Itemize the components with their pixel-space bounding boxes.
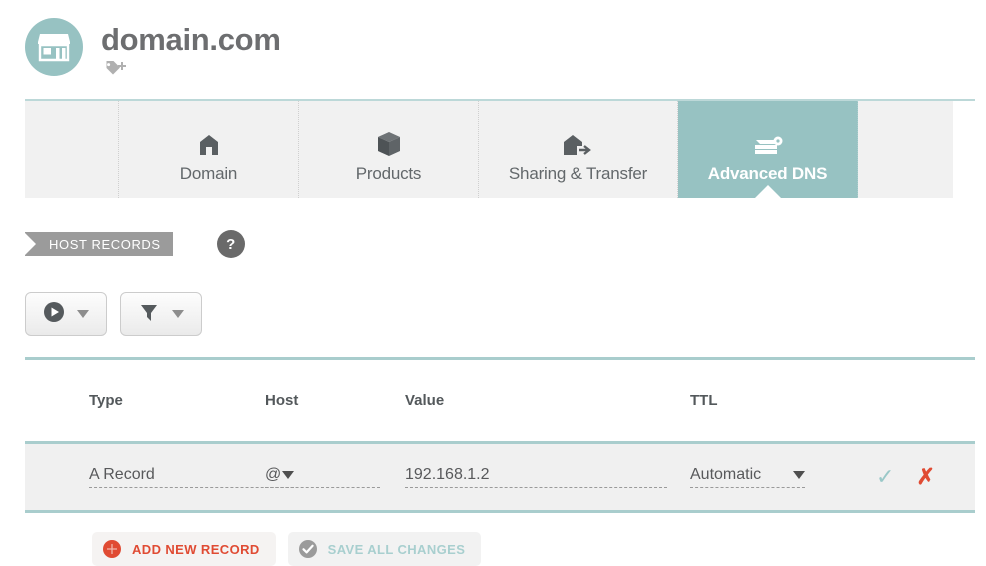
- table-header-row: Type Host Value TTL: [25, 357, 975, 441]
- chevron-down-icon: [793, 471, 805, 479]
- save-all-changes-button[interactable]: SAVE ALL CHANGES: [287, 532, 482, 566]
- house-arrow-icon: [562, 127, 594, 157]
- plus-circle-icon: [102, 539, 122, 559]
- chevron-down-icon: [77, 310, 89, 318]
- add-tag-icon[interactable]: [103, 59, 281, 82]
- tab-advanced-dns[interactable]: Advanced DNS: [678, 101, 858, 198]
- tab-sharing-transfer-label: Sharing & Transfer: [508, 164, 648, 183]
- tab-sharing-transfer[interactable]: Sharing & Transfer: [479, 101, 678, 198]
- record-type-select[interactable]: A Record: [89, 466, 294, 488]
- record-type-value: A Record: [89, 466, 155, 483]
- box-icon: [377, 127, 401, 157]
- column-header-value: Value: [405, 391, 445, 409]
- record-value-input[interactable]: 192.168.1.2: [405, 466, 667, 488]
- records-toolbar: [25, 292, 202, 336]
- help-glyph: ?: [226, 235, 236, 253]
- filter-dropdown[interactable]: [120, 292, 202, 336]
- record-actions-dropdown[interactable]: [25, 292, 107, 336]
- host-records-table: Type Host Value TTL A Record @ 192.168.1…: [25, 357, 975, 513]
- tab-products[interactable]: Products: [299, 101, 479, 198]
- host-records-label: HOST RECORDS: [49, 236, 161, 252]
- tab-spacer-left: [25, 101, 119, 198]
- section-header: HOST RECORDS ?: [24, 230, 245, 258]
- main-tabs: Domain Products Sharing & Transfer Advan…: [25, 99, 975, 198]
- record-value-value: 192.168.1.2: [405, 466, 490, 483]
- server-gear-icon: [752, 127, 784, 157]
- play-circle-icon: [43, 301, 65, 328]
- check-icon[interactable]: ✓: [876, 466, 894, 488]
- active-tab-notch: [754, 185, 781, 198]
- check-circle-icon: [298, 539, 318, 559]
- close-x-icon[interactable]: ✗: [916, 466, 934, 488]
- domain-header: domain.com: [25, 18, 281, 82]
- storefront-icon: [25, 18, 83, 76]
- tab-advanced-dns-label: Advanced DNS: [707, 164, 828, 183]
- help-icon[interactable]: ?: [216, 230, 245, 258]
- table-row: A Record @ 192.168.1.2 Automatic ✓ ✗: [25, 441, 975, 513]
- house-icon: [197, 127, 221, 157]
- table-footer-actions: ADD NEW RECORD SAVE ALL CHANGES: [92, 532, 482, 566]
- tab-domain-label: Domain: [179, 164, 238, 183]
- add-new-record-button[interactable]: ADD NEW RECORD: [92, 532, 276, 566]
- advanced-dns-page: domain.com Domain Products Sharing & Tra…: [0, 0, 986, 566]
- record-ttl-select[interactable]: Automatic: [690, 466, 805, 488]
- funnel-icon: [138, 301, 160, 328]
- add-new-record-label: ADD NEW RECORD: [132, 541, 260, 557]
- record-host-value: @: [265, 466, 282, 483]
- tab-domain[interactable]: Domain: [119, 101, 299, 198]
- record-host-input[interactable]: @: [265, 466, 380, 488]
- column-header-type: Type: [89, 391, 123, 409]
- record-ttl-value: Automatic: [690, 466, 762, 483]
- chevron-down-icon: [172, 310, 184, 318]
- host-records-badge[interactable]: HOST RECORDS: [24, 232, 173, 256]
- column-header-host: Host: [265, 391, 299, 409]
- column-header-ttl: TTL: [690, 391, 718, 409]
- tab-products-label: Products: [355, 164, 422, 183]
- page-title: domain.com: [101, 22, 281, 57]
- save-all-changes-label: SAVE ALL CHANGES: [327, 541, 466, 557]
- tab-spacer-right: [858, 101, 953, 198]
